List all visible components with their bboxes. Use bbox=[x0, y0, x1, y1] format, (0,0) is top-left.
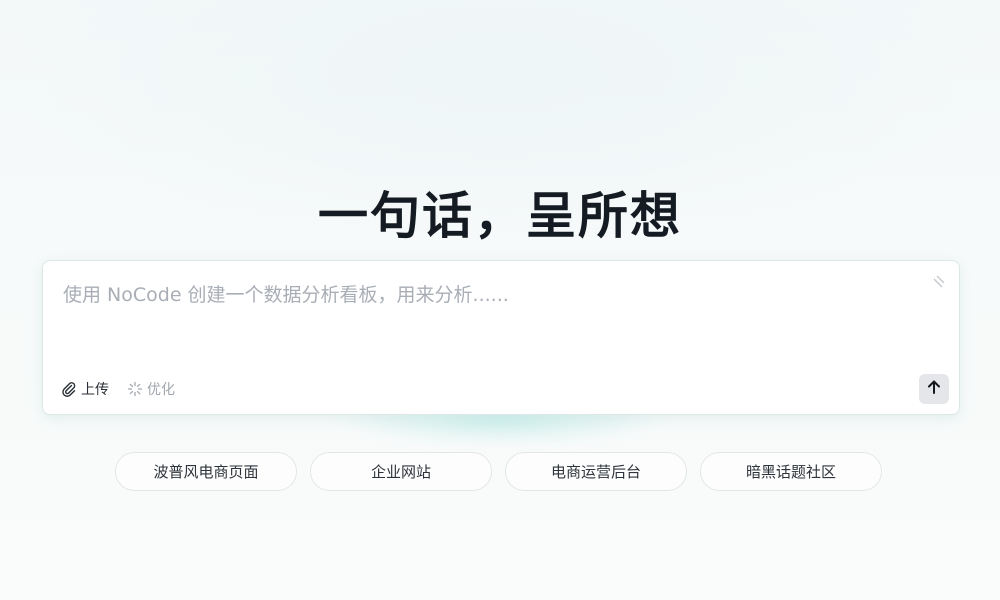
send-button[interactable] bbox=[919, 374, 949, 404]
prompt-composer: 上传 优化 bbox=[42, 260, 960, 415]
paperclip-icon bbox=[61, 381, 77, 397]
suggestion-chip[interactable]: 电商运营后台 bbox=[505, 452, 687, 491]
suggestion-chips: 波普风电商页面 企业网站 电商运营后台 暗黑话题社区 bbox=[115, 452, 882, 491]
optimize-button[interactable]: 优化 bbox=[127, 376, 175, 402]
page-title: 一句话，呈所想 bbox=[318, 186, 682, 245]
suggestion-chip[interactable]: 波普风电商页面 bbox=[115, 452, 297, 491]
suggestion-chip[interactable]: 企业网站 bbox=[310, 452, 492, 491]
optimize-label: 优化 bbox=[147, 382, 175, 398]
prompt-input[interactable] bbox=[63, 281, 923, 351]
arrow-up-icon bbox=[926, 379, 942, 399]
upload-button[interactable]: 上传 bbox=[61, 376, 109, 402]
sparkle-icon bbox=[127, 381, 143, 397]
composer-toolbar: 上传 优化 bbox=[61, 376, 175, 402]
suggestion-chip[interactable]: 暗黑话题社区 bbox=[700, 452, 882, 491]
resize-handle-icon[interactable] bbox=[931, 273, 945, 288]
upload-label: 上传 bbox=[81, 382, 109, 398]
